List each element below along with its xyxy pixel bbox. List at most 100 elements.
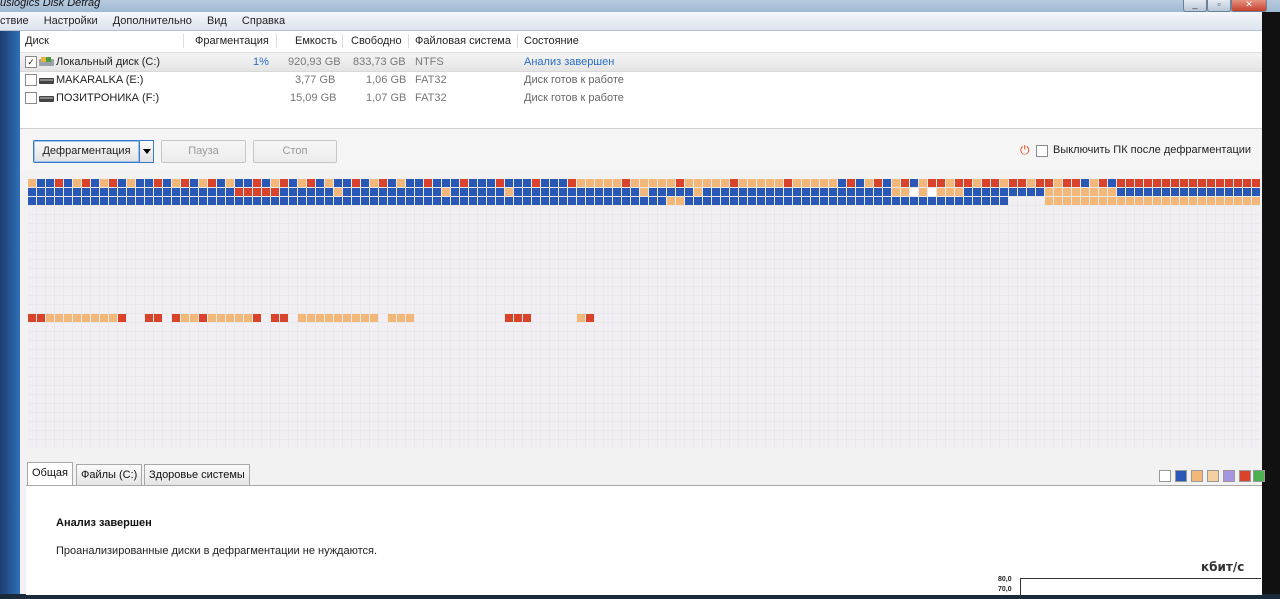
cluster-cell (559, 188, 567, 196)
defrag-options-dropdown[interactable] (139, 140, 154, 163)
cluster-cell (712, 305, 720, 313)
cluster-cell (613, 260, 621, 268)
cluster-cell (964, 431, 972, 439)
cluster-cell (397, 215, 405, 223)
cluster-cell (1171, 260, 1179, 268)
cluster-cell (793, 296, 801, 304)
cluster-cell (982, 179, 990, 187)
cluster-cell (127, 341, 135, 349)
cluster-cell (676, 377, 684, 385)
cluster-cell (316, 314, 324, 322)
tab-health[interactable]: Здоровье системы (144, 464, 250, 485)
cluster-cell (559, 197, 567, 205)
cluster-cell (559, 179, 567, 187)
cluster-cell (1027, 314, 1035, 322)
drive-checkbox[interactable]: ✓ (25, 56, 37, 68)
cluster-cell (532, 404, 540, 412)
cluster-cell (64, 287, 72, 295)
menu-advanced[interactable]: Дополнительно (107, 12, 198, 30)
cluster-cell (1126, 233, 1134, 241)
tabs-bar: Общая Файлы (C:) Здоровье системы (20, 461, 1265, 486)
drive-checkbox[interactable] (25, 92, 37, 104)
cluster-cell (775, 377, 783, 385)
cluster-cell (316, 368, 324, 376)
cluster-cell (55, 404, 63, 412)
cluster-cell (685, 215, 693, 223)
cluster-cell (316, 188, 324, 196)
cluster-cell (793, 350, 801, 358)
col-header-status[interactable]: Состояние (524, 31, 579, 51)
cluster-cell (523, 368, 531, 376)
drive-row-e[interactable]: MAKARALKA (E:) 3,77 GB 1,06 GB FAT32 Дис… (20, 71, 1262, 89)
cluster-cell (1135, 350, 1143, 358)
menu-action[interactable]: ствие (0, 12, 35, 30)
cluster-cell (145, 305, 153, 313)
cluster-cell (1198, 422, 1206, 430)
menu-settings[interactable]: Настройки (38, 12, 104, 30)
cluster-cell (703, 413, 711, 421)
cluster-cell (748, 404, 756, 412)
col-header-fragmentation[interactable]: Фрагментация (195, 31, 269, 51)
cluster-cell (973, 323, 981, 331)
col-header-capacity[interactable]: Емкость (295, 31, 337, 51)
col-header-free[interactable]: Свободно (351, 31, 402, 51)
cluster-cell (712, 377, 720, 385)
cluster-cell (622, 206, 630, 214)
cluster-cell (1000, 197, 1008, 205)
stop-button[interactable]: Стоп (253, 140, 337, 163)
drive-row-f[interactable]: ПОЗИТРОНИКА (F:) 15,09 GB 1,07 GB FAT32 … (20, 89, 1262, 107)
cluster-cell (820, 197, 828, 205)
cluster-cell (676, 314, 684, 322)
close-button[interactable]: ✕ (1231, 0, 1267, 12)
cluster-cell (1135, 386, 1143, 394)
shutdown-label[interactable]: Выключить ПК после дефрагментации (1053, 144, 1251, 156)
cluster-cell (370, 323, 378, 331)
cluster-cell (1189, 206, 1197, 214)
cluster-cell (109, 341, 117, 349)
col-header-disk[interactable]: Диск (25, 31, 49, 51)
cluster-cell (406, 386, 414, 394)
cluster-cell (694, 242, 702, 250)
cluster-cell (433, 368, 441, 376)
cluster-cell (937, 377, 945, 385)
drive-row-c[interactable]: ✓ Локальный диск (C:) 1% 920,93 GB 833,7… (20, 52, 1262, 72)
cluster-cell (208, 395, 216, 403)
cluster-cell (973, 404, 981, 412)
cluster-cell (784, 314, 792, 322)
cluster-cell (730, 440, 738, 448)
drive-checkbox[interactable] (25, 74, 37, 86)
cluster-cell (730, 242, 738, 250)
shutdown-checkbox[interactable] (1036, 145, 1048, 157)
cluster-cell (244, 233, 252, 241)
tab-files[interactable]: Файлы (C:) (76, 464, 143, 485)
cluster-cell (991, 323, 999, 331)
cluster-cell (1216, 224, 1224, 232)
pause-button[interactable]: Пауза (161, 140, 246, 163)
menu-view[interactable]: Вид (201, 12, 233, 30)
minimize-button[interactable]: _ (1183, 0, 1207, 12)
cluster-cell (460, 386, 468, 394)
cluster-cell (307, 314, 315, 322)
cluster-cell (991, 188, 999, 196)
cluster-cell (1000, 323, 1008, 331)
defrag-button[interactable]: Дефрагментация (33, 140, 140, 163)
maximize-button[interactable]: ▫ (1207, 0, 1231, 12)
cluster-cell (820, 314, 828, 322)
cluster-cell (613, 224, 621, 232)
tab-general[interactable]: Общая (27, 462, 73, 486)
cluster-cell (154, 260, 162, 268)
cluster-cell (280, 377, 288, 385)
col-header-filesystem[interactable]: Файловая система (415, 31, 511, 51)
menu-help[interactable]: Справка (236, 12, 291, 30)
cluster-cell (604, 413, 612, 421)
cluster-cell (1153, 422, 1161, 430)
cluster-cell (928, 206, 936, 214)
drive-status: Анализ завершен (524, 56, 615, 68)
cluster-cell (883, 413, 891, 421)
cluster-cell (208, 206, 216, 214)
cluster-cell (784, 440, 792, 448)
cluster-cell (1252, 368, 1260, 376)
cluster-cell (1018, 377, 1026, 385)
cluster-cell (604, 395, 612, 403)
cluster-cell (280, 314, 288, 322)
